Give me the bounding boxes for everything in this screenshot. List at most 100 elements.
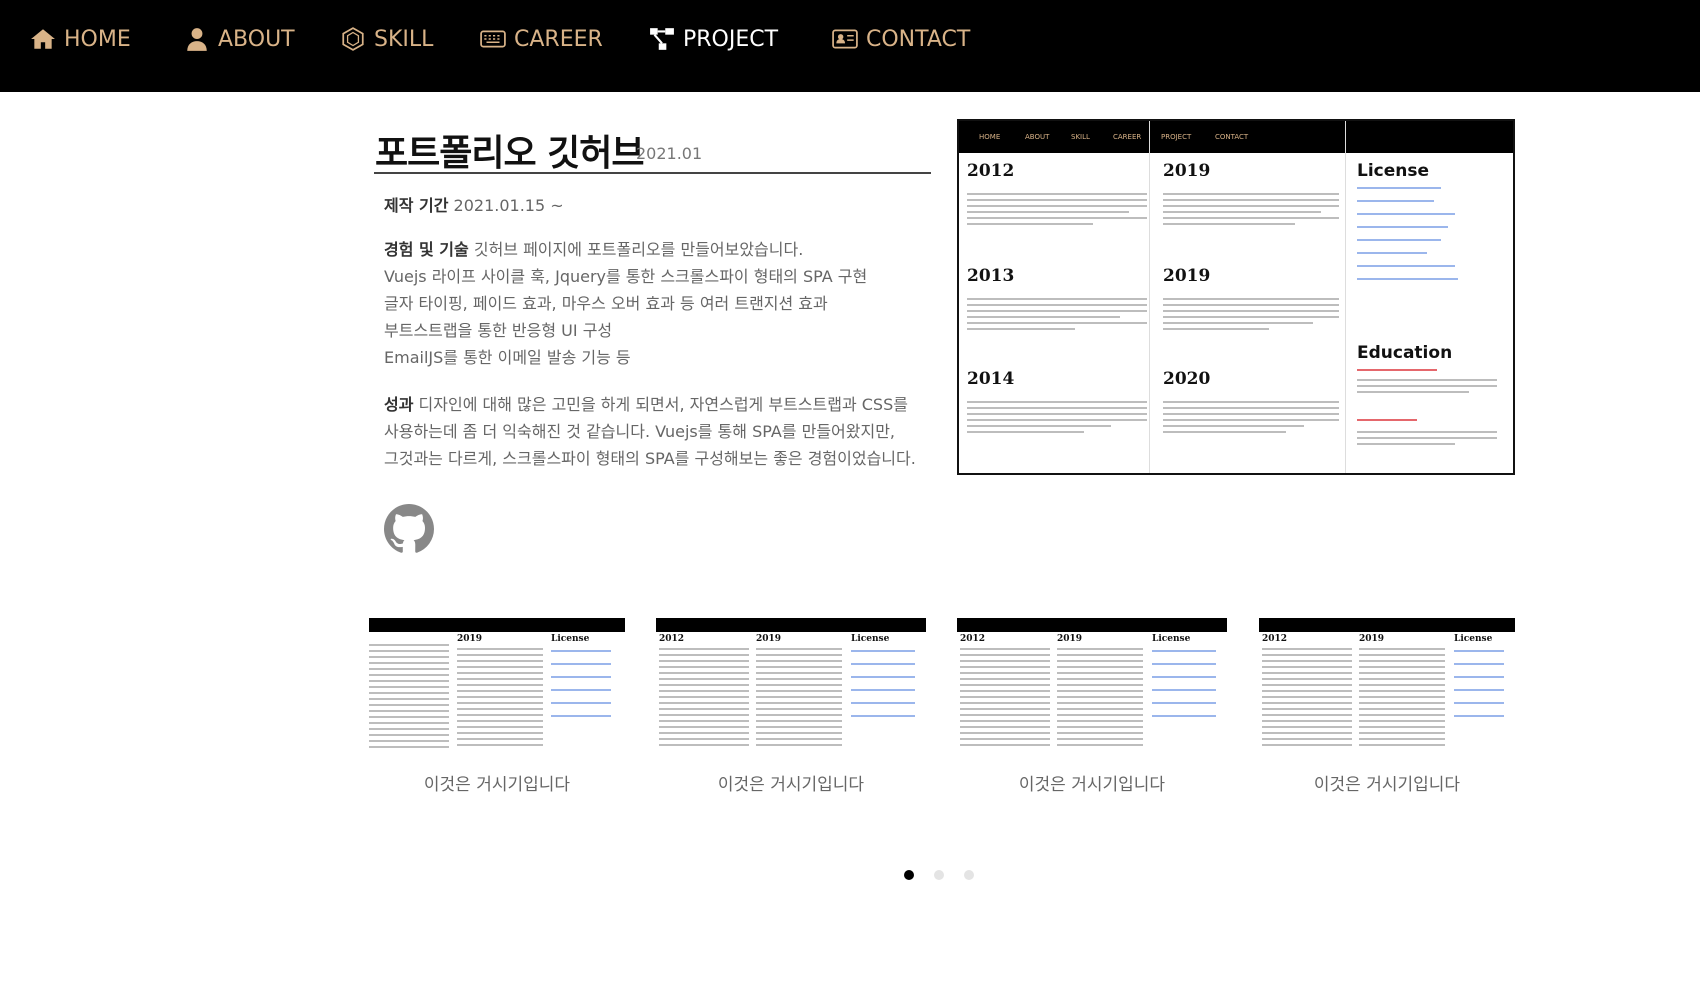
carousel-thumbnail[interactable]: 2019 License	[369, 618, 625, 766]
address-card-icon	[832, 29, 858, 49]
project-year: 2021.01	[636, 144, 703, 163]
nav-project-label: PROJECT	[683, 26, 779, 52]
preview-divider	[1345, 121, 1346, 473]
thumb-text-block	[1262, 648, 1352, 750]
result-label: 성과	[384, 395, 414, 414]
preview-text-block	[1163, 401, 1339, 437]
preview-education-highlight	[1357, 369, 1437, 371]
top-navbar: HOME ABOUT SKILL CAREER PROJECT CONTACT	[0, 0, 1700, 92]
project-period: 제작 기간 2021.01.15 ~	[384, 192, 564, 219]
nav-home[interactable]: HOME	[30, 22, 131, 56]
keyboard-icon	[480, 30, 506, 48]
nav-skill[interactable]: SKILL	[340, 22, 433, 56]
thumb-year: 2012	[659, 634, 685, 644]
carousel-caption: 이것은 거시기입니다	[423, 775, 571, 795]
thumb-year: 2019	[1359, 634, 1385, 644]
thumb-text-block	[960, 648, 1050, 750]
experience-line: 부트스트랩을 통한 반응형 UI 구성	[384, 321, 613, 340]
preview-license-list	[1357, 187, 1497, 291]
carousel-caption: 이것은 거시기입니다	[1018, 775, 1166, 795]
thumb-license-list	[1152, 650, 1216, 728]
nav-contact-label: CONTACT	[866, 26, 971, 52]
nav-project[interactable]: PROJECT	[649, 22, 778, 56]
thumb-license: License	[1454, 634, 1493, 644]
preview-nav-label: PROJECT	[1161, 133, 1192, 141]
project-experience: 경험 및 기술 깃허브 페이지에 포트폴리오를 만들어보았습니다. Vuejs …	[384, 236, 867, 371]
thumb-year: 2019	[1057, 634, 1083, 644]
experience-line: Vuejs 라이프 사이클 훅, Jquery를 통한 스크롤스파이 형태의 S…	[384, 267, 868, 286]
preview-year: 2019	[1163, 161, 1211, 181]
carousel-dot[interactable]	[904, 870, 914, 880]
thumb-year: 2019	[457, 634, 483, 644]
nav-contact[interactable]: CONTACT	[832, 22, 970, 56]
carousel-dot[interactable]	[964, 870, 974, 880]
experience-line: EmailJS를 통한 이메일 발송 기능 등	[384, 348, 631, 367]
nav-about[interactable]: ABOUT	[184, 22, 295, 56]
project-header: 포트폴리오 깃허브 2021.01	[374, 120, 931, 174]
preview-text-block	[967, 193, 1147, 229]
preview-nav-label: CAREER	[1113, 133, 1142, 141]
nav-home-label: HOME	[64, 26, 131, 52]
project-preview-image: HOME ABOUT SKILL CAREER PROJECT CONTACT …	[957, 119, 1515, 475]
preview-education-title: Education	[1357, 343, 1453, 363]
thumb-text-block	[369, 644, 449, 752]
preview-text-block	[967, 401, 1147, 437]
project-result: 성과 디자인에 대해 많은 고민을 하게 되면서, 자연스럽게 부트스트랩과 C…	[384, 391, 916, 472]
preview-divider	[1149, 121, 1150, 473]
carousel-indicators	[904, 870, 974, 880]
preview-text-block	[1163, 298, 1339, 334]
thumb-navbar	[957, 618, 1227, 632]
experience-line: 글자 타이핑, 페이드 효과, 마우스 오버 효과 등 여러 트랜지션 효과	[384, 294, 828, 313]
carousel-caption: 이것은 거시기입니다	[1313, 775, 1461, 795]
thumb-license: License	[1152, 634, 1191, 644]
home-icon	[31, 29, 55, 49]
period-label: 제작 기간	[384, 196, 449, 215]
thumb-text-block	[457, 648, 543, 750]
thumb-navbar	[656, 618, 926, 632]
thumb-text-block	[659, 648, 749, 750]
preview-nav-label: HOME	[979, 133, 1001, 141]
thumb-text-block	[1057, 648, 1143, 750]
user-icon	[187, 28, 207, 51]
carousel-thumbnail[interactable]: 2012 2019 License	[656, 618, 926, 766]
preview-year: 2020	[1163, 369, 1211, 389]
preview-year: 2014	[967, 369, 1015, 389]
result-first-line: 디자인에 대해 많은 고민을 하게 되면서, 자연스럽게 부트스트랩과 CSS를	[418, 395, 908, 414]
thumb-license-list	[551, 650, 611, 728]
preview-nav-label: ABOUT	[1025, 133, 1050, 141]
thumb-year: 2012	[1262, 634, 1288, 644]
thumb-license-list	[1454, 650, 1504, 728]
carousel-thumbnail[interactable]: 2012 2019 License	[957, 618, 1227, 766]
preview-year: 2012	[967, 161, 1015, 181]
thumb-license: License	[551, 634, 590, 644]
preview-text-block	[1357, 379, 1497, 397]
thumb-year: 2012	[960, 634, 986, 644]
preview-license-title: License	[1357, 161, 1430, 181]
carousel-caption: 이것은 거시기입니다	[717, 775, 865, 795]
thumb-license: License	[851, 634, 890, 644]
thumb-text-block	[756, 648, 842, 750]
nav-career[interactable]: CAREER	[480, 22, 603, 56]
github-icon[interactable]	[384, 502, 434, 556]
thumb-navbar	[369, 618, 625, 632]
preview-nav-label: SKILL	[1071, 133, 1090, 141]
project-title: 포트폴리오 깃허브	[375, 133, 644, 174]
result-line: 사용하는데 좀 더 익숙해진 것 같습니다. Vuejs를 통해 SPA를 만들…	[384, 422, 896, 441]
nav-about-label: ABOUT	[218, 26, 295, 52]
period-value: 2021.01.15 ~	[453, 196, 564, 215]
thumb-navbar	[1259, 618, 1515, 632]
result-line: 그것과는 다르게, 스크롤스파이 형태의 SPA를 구성해보는 좋은 경험이었습…	[384, 449, 916, 468]
experience-first-line: 깃허브 페이지에 포트폴리오를 만들어보았습니다.	[473, 240, 804, 259]
preview-text-block	[1163, 193, 1339, 229]
nav-skill-label: SKILL	[374, 26, 434, 52]
carousel-thumbnail[interactable]: 2012 2019 License	[1259, 618, 1515, 766]
preview-text-block	[967, 298, 1147, 334]
sitemap-icon	[650, 28, 674, 50]
preview-text-block	[1357, 431, 1497, 449]
experience-label: 경험 및 기술	[384, 240, 469, 259]
preview-navbar: HOME ABOUT SKILL CAREER PROJECT CONTACT	[959, 121, 1513, 153]
thumb-text-block	[1359, 648, 1445, 750]
thumb-year: 2019	[756, 634, 782, 644]
carousel-dot[interactable]	[934, 870, 944, 880]
preview-year: 2019	[1163, 266, 1211, 286]
